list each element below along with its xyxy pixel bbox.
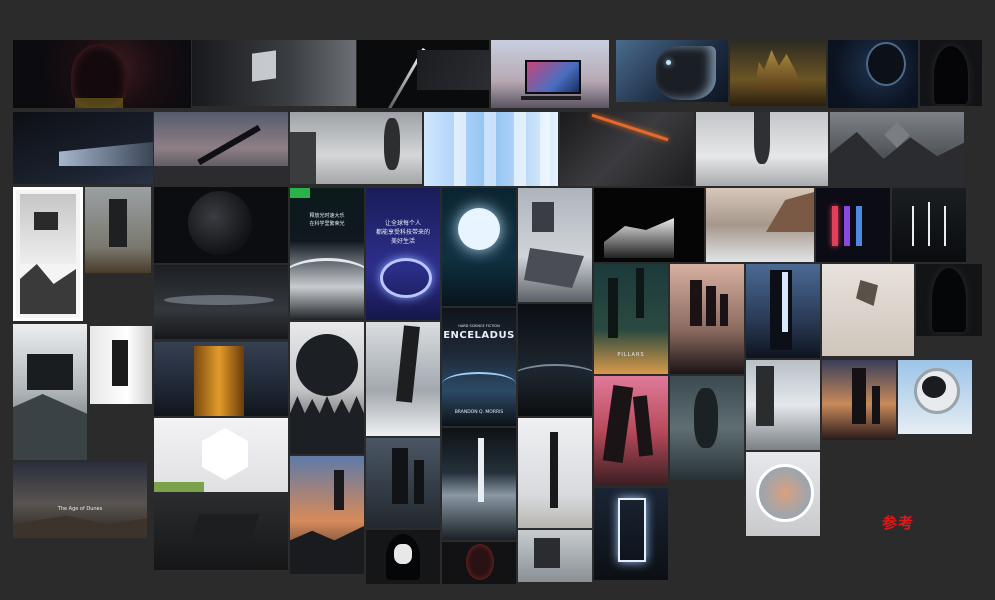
poster-red-helmet <box>442 542 516 584</box>
poster-floating-rocks-sky <box>518 188 592 302</box>
poster-tall-monoliths-rain <box>366 438 440 528</box>
poster-chinese-blue-ring: 让全球每个人 都能享受科技带来的 美好生活 <box>366 188 440 320</box>
poster-floating-stone-fog <box>290 112 422 184</box>
poster-helmet-figure <box>13 40 191 108</box>
poster-dark-lake <box>154 265 288 339</box>
poster-tv-sunset <box>491 40 609 108</box>
poster-sunset-monolith <box>290 456 364 574</box>
poster-monolith-field <box>85 187 151 273</box>
poster-golden-door <box>154 342 288 416</box>
poster-dark-planet-helmet <box>154 187 288 263</box>
poster-floating-island <box>670 376 744 480</box>
poster-ring-portal <box>746 452 820 536</box>
poster-enceladus: HARD SCIENCE FICTION ENCELADUS BRANDON Q… <box>442 308 516 426</box>
poster-pillars: PILLARS <box>594 264 668 374</box>
poster-monolith-fog <box>696 112 828 186</box>
poster-floating-rock-beige <box>822 264 914 356</box>
poster-wave-rock <box>594 188 704 262</box>
poster-dark-rock-cube <box>154 494 288 570</box>
poster-glass-panels <box>424 112 558 186</box>
poster-cloud-monolith <box>442 428 516 540</box>
poster-snow-monolith <box>366 322 440 436</box>
poster-white-frame-mountains <box>13 187 83 321</box>
poster-desert-monolith <box>518 418 592 528</box>
chinese-headline-5: 美好生活 <box>390 238 415 245</box>
poster-red-sky-monoliths <box>594 376 668 486</box>
poster-white-door <box>90 326 152 404</box>
enceladus-title: ENCELADUS <box>443 330 515 341</box>
poster-age-of-dunes: The Age of Dunes <box>13 462 147 538</box>
poster-light-pillars-dark <box>892 188 966 262</box>
chinese-headline-2: 在科学里繁荣光 <box>309 221 345 227</box>
chinese-headline-1: 释放光时速大乐 <box>309 213 345 219</box>
poster-glowing-door <box>594 488 668 580</box>
reference-label: 参考 <box>882 514 915 532</box>
poster-dark-horizon <box>518 304 592 416</box>
poster-mountain-crystal <box>830 112 964 186</box>
moodboard-canvas: { "canvas": { "background": "#2b2b2b", "… <box>0 0 995 600</box>
poster-astronaut-helmet-blue <box>828 40 918 108</box>
poster-forest-circle <box>290 322 364 454</box>
age-of-dunes-title: The Age of Dunes <box>57 506 103 512</box>
poster-dark-blade <box>357 40 489 108</box>
poster-white-hexagon <box>154 418 288 492</box>
poster-hooded-figure-2 <box>366 530 440 584</box>
pillars-title: PILLARS <box>617 352 645 358</box>
poster-dark-monoliths-sunset <box>670 264 744 374</box>
poster-cloud-monolith-2 <box>746 360 820 450</box>
enceladus-tagline: HARD SCIENCE FICTION <box>458 324 500 328</box>
poster-moon-ocean <box>442 188 516 306</box>
poster-golden-castle <box>730 40 826 106</box>
poster-astronaut <box>898 360 972 434</box>
poster-tower-sunset <box>822 360 896 440</box>
enceladus-author: BRANDON Q. MORRIS <box>454 410 504 415</box>
poster-light-corridor <box>192 40 356 106</box>
poster-chinese-curve: 释放光时速大乐 在科学里繁荣光 <box>290 188 364 320</box>
poster-blue-tower <box>746 264 820 358</box>
poster-dark-prism <box>13 112 153 184</box>
poster-cube-mist <box>518 530 592 582</box>
poster-lava-rock <box>560 112 694 186</box>
poster-hooded-figure-1 <box>920 40 982 106</box>
poster-mountain-white-box <box>13 324 87 460</box>
poster-desert-blade <box>154 112 288 184</box>
chinese-headline-3: 让全球每个人 <box>384 220 421 227</box>
poster-robot-profile <box>616 40 728 102</box>
poster-red-prism-lights <box>816 188 890 262</box>
poster-hooded-figure-3 <box>916 264 982 336</box>
chinese-headline-4: 都能享受科技带来的 <box>375 229 430 236</box>
poster-monolith-shore <box>706 188 814 262</box>
